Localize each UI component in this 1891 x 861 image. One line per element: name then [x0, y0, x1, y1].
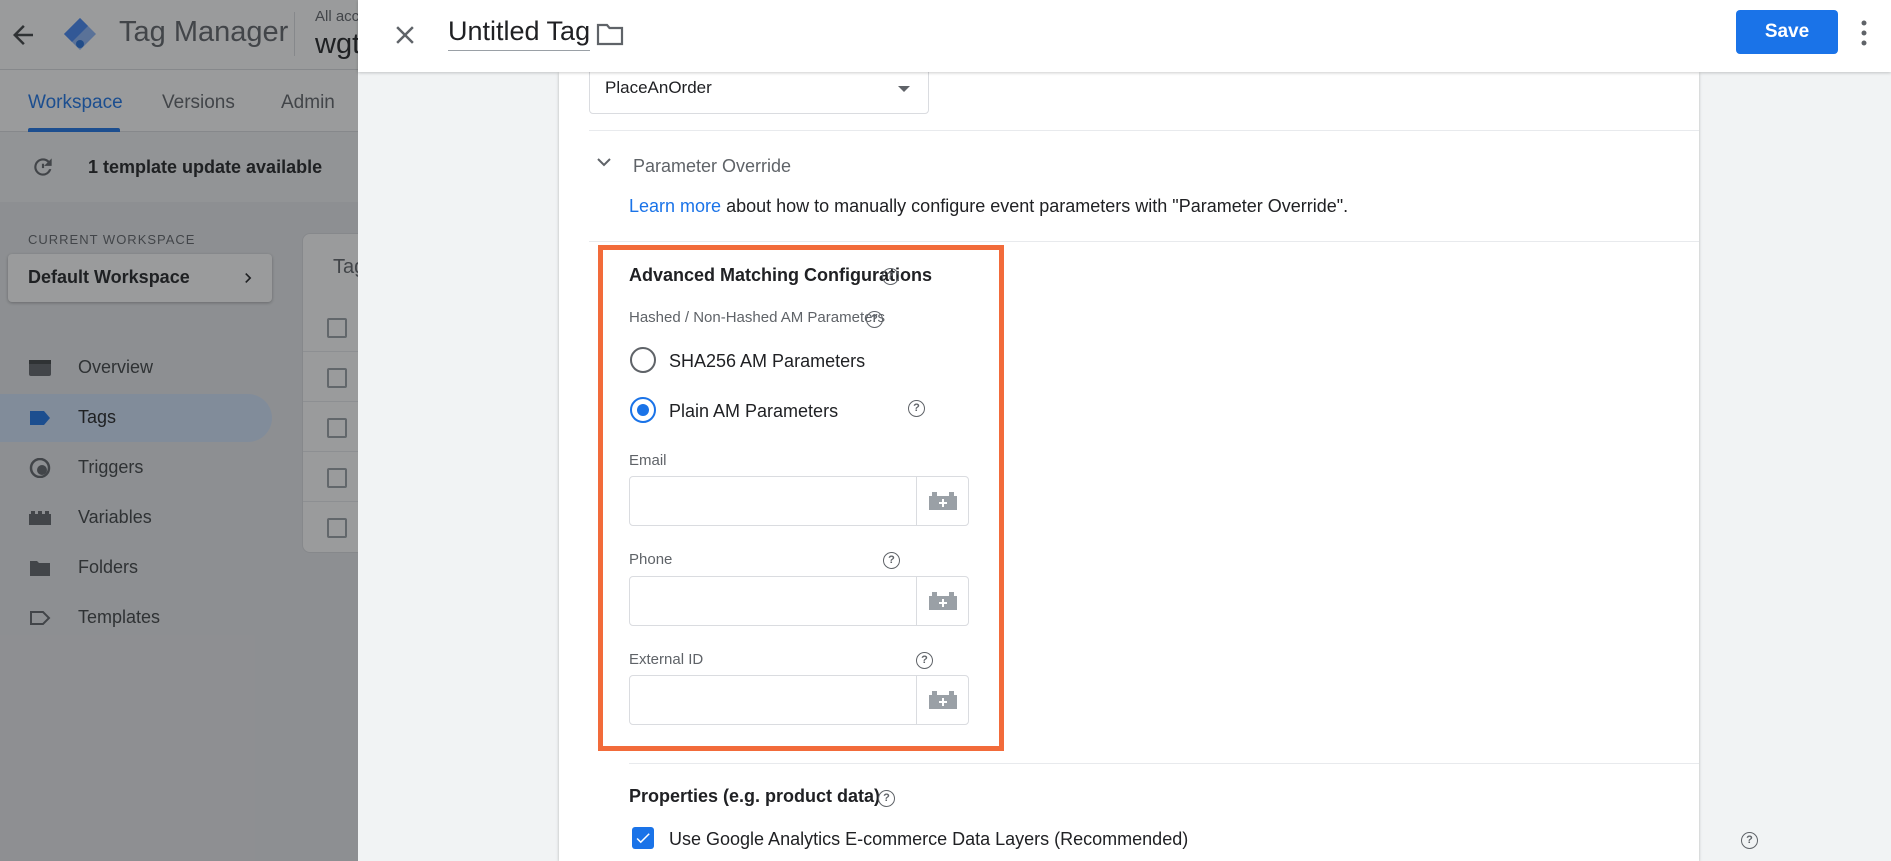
help-icon[interactable]: ? — [882, 268, 899, 285]
external-id-label: External ID — [629, 651, 704, 668]
event-name-value: PlaceAnOrder — [605, 78, 712, 97]
close-icon[interactable] — [390, 20, 420, 50]
parameter-override-description: Learn more about how to manually configu… — [629, 196, 1348, 217]
am-parameters-label: Hashed / Non-Hashed AM Parameters — [629, 309, 885, 326]
section-divider — [589, 241, 1699, 242]
tag-editor-sheet: Untitled Tag Save PlaceAnOrder Parameter… — [358, 0, 1891, 861]
help-icon[interactable]: ? — [878, 790, 895, 807]
phone-field[interactable] — [629, 576, 969, 626]
sha256-radio[interactable] — [630, 347, 656, 373]
tag-name-input[interactable]: Untitled Tag — [448, 16, 591, 51]
insert-variable-button[interactable] — [916, 477, 968, 525]
plain-am-radio-label[interactable]: Plain AM Parameters — [669, 401, 838, 422]
help-icon[interactable]: ? — [1741, 832, 1758, 849]
variable-icon — [929, 492, 957, 510]
email-field[interactable] — [629, 476, 969, 526]
external-id-field[interactable] — [629, 675, 969, 725]
more-vert-icon[interactable] — [1860, 18, 1868, 48]
parameter-override-label[interactable]: Parameter Override — [633, 156, 791, 177]
help-icon[interactable]: ? — [908, 400, 925, 417]
checkmark-icon — [636, 833, 650, 844]
variable-icon — [929, 691, 957, 709]
section-divider — [629, 763, 1699, 764]
help-icon[interactable]: ? — [883, 552, 900, 569]
chevron-down-icon[interactable] — [596, 156, 612, 168]
plain-am-radio[interactable] — [630, 397, 656, 423]
sha256-radio-label[interactable]: SHA256 AM Parameters — [669, 351, 865, 372]
variable-icon — [929, 592, 957, 610]
dropdown-caret-icon — [898, 86, 910, 92]
tag-configuration-panel: PlaceAnOrder Parameter Override Learn mo… — [559, 62, 1758, 861]
ecommerce-datalayer-label[interactable]: Use Google Analytics E-commerce Data Lay… — [669, 829, 1188, 850]
save-button[interactable]: Save — [1736, 10, 1838, 54]
help-icon[interactable]: ? — [866, 311, 883, 328]
ecommerce-datalayer-checkbox[interactable] — [632, 827, 654, 849]
phone-label: Phone — [629, 551, 673, 568]
folder-icon[interactable] — [596, 22, 624, 46]
properties-title: Properties (e.g. product data) — [629, 786, 881, 806]
help-icon[interactable]: ? — [916, 652, 933, 669]
parameter-override-text: about how to manually configure event pa… — [721, 196, 1349, 216]
section-divider — [589, 130, 1699, 131]
insert-variable-button[interactable] — [916, 577, 968, 625]
insert-variable-button[interactable] — [916, 676, 968, 724]
sheet-header: Untitled Tag Save — [358, 0, 1891, 72]
email-label: Email — [629, 452, 667, 469]
learn-more-link[interactable]: Learn more — [629, 196, 721, 216]
